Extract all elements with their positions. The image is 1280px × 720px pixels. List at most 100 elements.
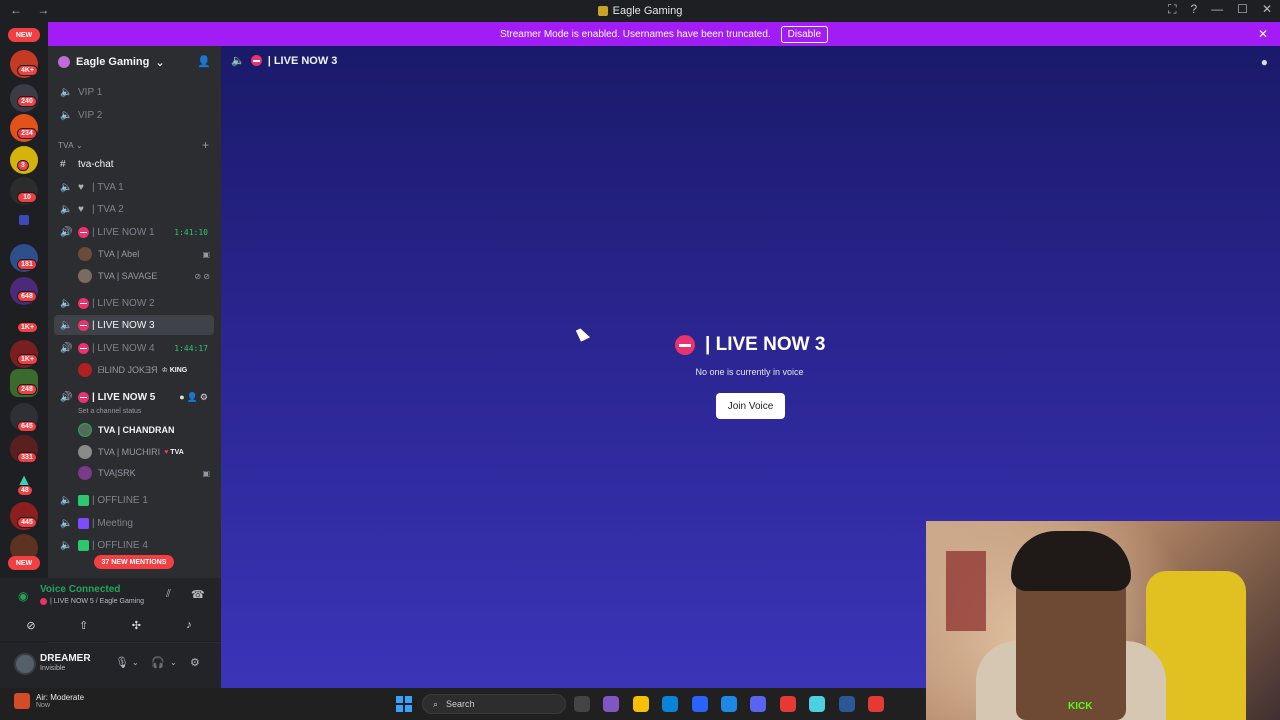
avatar <box>78 423 92 437</box>
speaker-icon: 🔈 <box>60 297 73 309</box>
camera-off-icon[interactable]: ⊘ <box>8 614 54 636</box>
channel-label: tva-chat <box>78 158 114 170</box>
activity-icon[interactable]: ✣ <box>113 614 159 636</box>
server-badge: 248 <box>17 384 37 395</box>
screen-icon[interactable]: ⛶ <box>1168 2 1176 17</box>
close-icon[interactable]: ✕ <box>1258 27 1268 41</box>
channel-tva-1[interactable]: 🔈 ♥ | TVA 1 <box>54 177 214 197</box>
channel-label: | LIVE NOW 5 <box>92 391 156 403</box>
disable-streamer-mode-button[interactable]: Disable <box>780 25 829 43</box>
chevron-down-icon: ⌄ <box>75 141 83 150</box>
capcut-icon[interactable] <box>809 696 826 712</box>
speaker-active-icon: 🔊 <box>60 226 73 238</box>
disconnect-icon[interactable]: ☎ <box>191 588 205 601</box>
channel-live-now-3[interactable]: 🔈 | LIVE NOW 3 <box>54 315 214 335</box>
close-window-button[interactable]: ✕ <box>1262 2 1272 17</box>
role-tag: ♔ KING <box>162 366 188 374</box>
speaker-icon: 🔈 <box>60 181 73 193</box>
speaker-icon: 🔈 <box>60 539 73 551</box>
server-badge: 181 <box>17 259 37 270</box>
discord-icon[interactable] <box>750 696 767 712</box>
voice-user[interactable]: TVA | CHANDRAN <box>78 420 212 440</box>
screen-share-icon[interactable]: ⇧ <box>61 614 107 636</box>
no-entry-icon <box>78 226 89 238</box>
acrobat-icon[interactable] <box>779 696 796 712</box>
new-mentions-pill[interactable]: 37 NEW MENTIONS <box>94 555 174 569</box>
app-icon <box>597 6 608 16</box>
join-voice-button[interactable]: Join Voice <box>716 393 785 419</box>
channel-label: | Meeting <box>92 517 133 529</box>
server-badge: 1K+ <box>17 354 39 365</box>
channel-live-now-5[interactable]: 🔊 | LIVE NOW 5 ●👤⚙ <box>54 387 214 407</box>
channel-tva-2[interactable]: 🔈 ♥ | TVA 2 <box>54 199 214 219</box>
invite-icon[interactable]: 👤 <box>187 392 200 402</box>
voice-user[interactable]: TVA|SRK ▣ <box>78 463 212 483</box>
server-header[interactable]: Eagle Gaming ⌄ 👤 <box>48 46 221 78</box>
store-icon[interactable] <box>691 696 708 712</box>
chevron-down-icon[interactable]: ⌄ <box>132 658 139 667</box>
channel-meeting[interactable]: 🔈 | Meeting <box>54 513 214 533</box>
folder-icon[interactable] <box>19 215 29 225</box>
voice-user[interactable]: TVA | Abel ▣ <box>78 244 212 264</box>
speaker-icon: 🔈 <box>60 109 73 121</box>
gear-icon[interactable]: ⚙ <box>190 656 200 669</box>
channel-live-now-4[interactable]: 🔊 | LIVE NOW 4 1:44:17 <box>54 338 214 358</box>
voice-actions: ⊘ ⇧ ✣ ♪ <box>8 614 212 636</box>
chat-icon[interactable]: ● <box>179 392 186 402</box>
edge-icon[interactable] <box>662 696 679 712</box>
banner-text: Streamer Mode is enabled. Usernames have… <box>499 28 771 40</box>
voice-user[interactable]: TVA | SAVAGE ⊘ ⊘ <box>78 266 212 286</box>
channel-vip-1[interactable]: 🔈 VIP 1 <box>54 82 214 102</box>
maximize-button[interactable]: ☐ <box>1237 2 1248 17</box>
voice-user[interactable]: TVA | MUCHIRI ♥ TVA <box>78 442 212 462</box>
avatar[interactable] <box>14 653 36 675</box>
channel-vip-2[interactable]: 🔈 VIP 2 <box>54 105 214 125</box>
windows-start-icon[interactable] <box>396 696 412 712</box>
taskbar-search-input[interactable]: ⌕ Search <box>422 694 566 714</box>
window-title-text: Eagle Gaming <box>612 5 683 17</box>
webcam-overlay: KICK <box>926 521 1280 720</box>
chat-icon[interactable]: ● <box>1261 55 1268 69</box>
noise-suppression-icon[interactable]: ⫽ <box>166 588 171 601</box>
nav-arrows[interactable]: ← → <box>10 3 55 17</box>
task-view-icon[interactable] <box>574 696 590 712</box>
invite-icon[interactable]: 👤 <box>197 55 211 68</box>
channel-tva-chat[interactable]: # tva-chat <box>54 154 214 174</box>
gear-icon[interactable]: ⚙ <box>200 392 210 402</box>
channel-live-now-1[interactable]: 🔊 | LIVE NOW 1 1:41:10 <box>54 222 214 242</box>
voice-user[interactable]: ᗷLIND JOKƎЯ ♔ KING <box>78 360 212 380</box>
speaker-icon: 🔈 <box>60 319 73 331</box>
help-icon[interactable]: ? <box>1190 2 1197 17</box>
category-tva[interactable]: TVA ⌄ <box>58 141 83 150</box>
chrome-icon[interactable] <box>721 696 737 712</box>
weather-text: Air: Moderate Now <box>36 693 84 709</box>
user-panel: DREAMER Invisible 🎙 ⌄ 🎧 ⌄ ⚙ <box>0 643 221 688</box>
channel-label: | OFFLINE 4 <box>92 539 148 551</box>
copilot-icon[interactable] <box>603 696 620 712</box>
channel-live-now-2[interactable]: 🔈 | LIVE NOW 2 <box>54 293 214 313</box>
microphone-icon[interactable]: 🎙 <box>115 656 129 669</box>
headphones-icon[interactable]: 🎧 <box>151 656 165 669</box>
soundboard-icon[interactable]: ♪ <box>166 614 212 636</box>
channel-offline-1[interactable]: 🔈 | OFFLINE 1 <box>54 490 214 510</box>
signal-icon[interactable]: ◉ <box>18 589 28 603</box>
server-badge: 1K+ <box>17 322 39 333</box>
minimize-button[interactable]: — <box>1211 2 1223 17</box>
file-explorer-icon[interactable] <box>632 696 649 712</box>
speaker-icon: 🔈 <box>60 517 73 529</box>
add-channel-button[interactable]: + <box>202 138 209 152</box>
steam-icon[interactable] <box>838 696 855 712</box>
server-badge: 645 <box>17 421 37 432</box>
channel-offline-4[interactable]: 🔈 | OFFLINE 4 <box>54 535 214 555</box>
game-app-icon[interactable] <box>868 696 884 712</box>
channel-status-input[interactable]: Set a channel status <box>78 408 141 415</box>
no-entry-icon <box>78 319 89 331</box>
chevron-down-icon[interactable]: ⌄ <box>170 658 177 667</box>
user-name[interactable]: DREAMER <box>40 653 91 664</box>
weather-widget[interactable]: Air: Moderate Now <box>14 693 84 709</box>
window-title: Eagle Gaming <box>597 5 683 17</box>
voice-status[interactable]: Voice Connected <box>40 584 120 595</box>
channel-tools: ●👤⚙ <box>179 392 210 403</box>
window-title-bar: ← → Eagle Gaming ⛶ ? — ☐ ✕ <box>0 0 1280 22</box>
wall-poster <box>946 551 986 631</box>
